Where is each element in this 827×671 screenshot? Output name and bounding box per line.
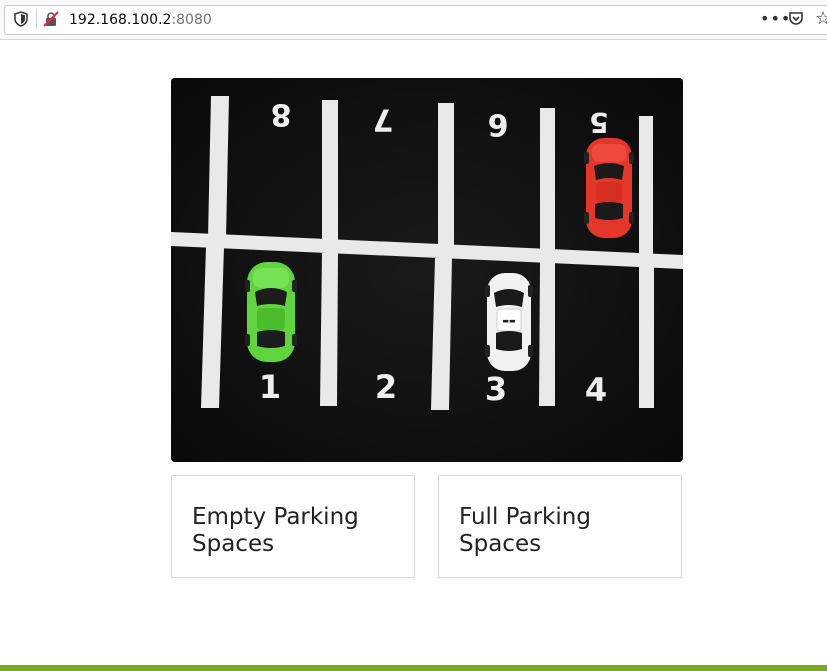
toolbar-separator <box>36 9 37 29</box>
space-number-8: 8 <box>271 97 292 132</box>
parking-line <box>322 100 338 243</box>
parking-line <box>208 96 229 238</box>
bookmark-star-icon[interactable]: ☆ <box>815 9 827 29</box>
empty-parking-spaces-card[interactable]: Empty Parking Spaces <box>171 475 415 578</box>
space-number-1: 1 <box>259 368 281 406</box>
green-car <box>245 262 297 362</box>
space-number-4: 4 <box>585 371 607 409</box>
parking-line <box>540 108 555 253</box>
empty-parking-spaces-label: Empty Parking Spaces <box>192 504 359 557</box>
parking-line <box>539 262 555 406</box>
url-text[interactable]: 192.168.100.2:8080 <box>69 11 212 29</box>
space-number-3: 3 <box>485 370 507 408</box>
parking-lot-image: 8 7 6 5 1 2 3 4 ▬▬ <box>171 78 683 462</box>
url-port: :8080 <box>171 12 212 28</box>
parking-lot-illustration: 8 7 6 5 1 2 3 4 ▬▬ <box>171 78 683 462</box>
svg-text:▬▬: ▬▬ <box>502 317 515 325</box>
full-parking-spaces-card[interactable]: Full Parking Spaces <box>438 475 682 578</box>
parking-line <box>320 253 338 406</box>
parking-line <box>438 103 454 248</box>
parking-line <box>639 116 653 258</box>
browser-toolbar: 192.168.100.2:8080 ••• ☆ <box>0 0 827 40</box>
insecure-connection-icon[interactable] <box>43 11 59 27</box>
pocket-icon[interactable] <box>788 11 804 27</box>
footer-accent-bar <box>0 665 827 671</box>
space-number-6: 6 <box>488 107 509 142</box>
space-number-7: 7 <box>373 102 394 137</box>
tracking-protection-shield-icon[interactable] <box>14 11 28 27</box>
parking-line <box>639 266 654 408</box>
space-number-5: 5 <box>589 106 608 139</box>
red-car <box>584 138 634 238</box>
url-host: 192.168.100.2 <box>69 12 172 28</box>
page-actions-menu-icon[interactable]: ••• <box>760 10 791 28</box>
space-number-2: 2 <box>375 368 397 406</box>
white-car: ▬▬ <box>485 273 533 371</box>
full-parking-spaces-label: Full Parking Spaces <box>459 504 591 557</box>
